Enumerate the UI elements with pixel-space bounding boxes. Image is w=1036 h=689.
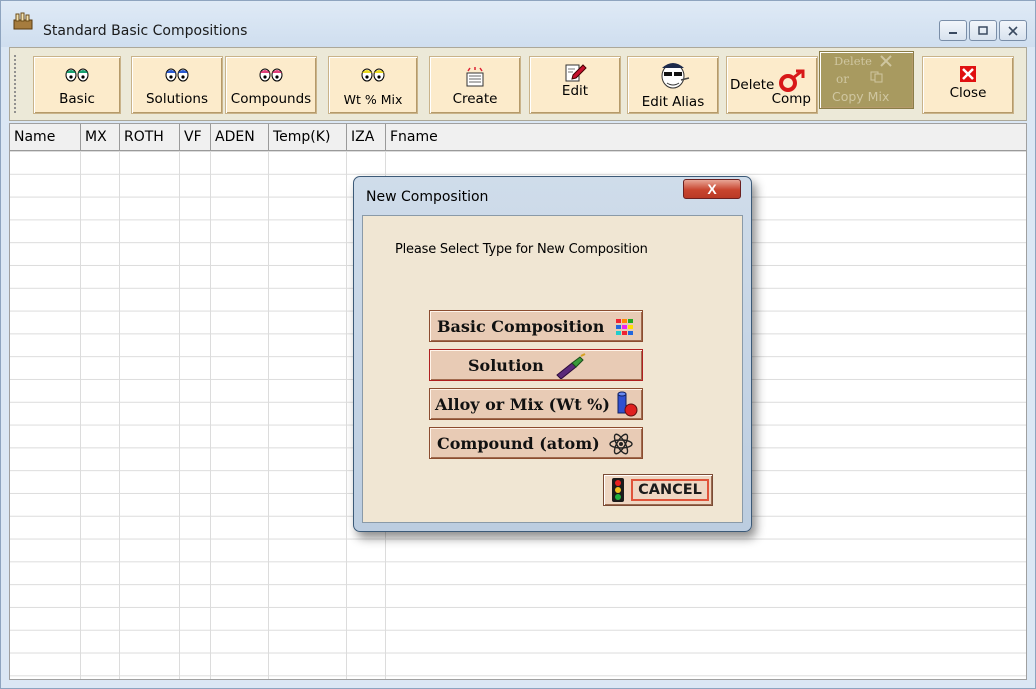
create-doc-icon	[466, 67, 484, 87]
dialog-prompt: Please Select Type for New Composition	[395, 242, 648, 257]
close-window-button[interactable]	[999, 20, 1027, 41]
grid-column-divider	[80, 151, 81, 679]
delete-comp-button[interactable]: Delete Comp	[726, 56, 818, 114]
column-header-roth[interactable]: ROTH	[120, 124, 180, 151]
alias-face-icon	[661, 63, 690, 89]
cancel-button[interactable]: CANCEL	[603, 474, 713, 506]
grid-column-divider	[179, 151, 180, 679]
grid-column-divider	[210, 151, 211, 679]
wt-mix-button[interactable]: Wt % Mix	[328, 56, 418, 114]
window-title: Standard Basic Compositions	[43, 23, 248, 39]
traffic-light-icon	[612, 478, 624, 502]
delete-copy-line3: Copy Mix	[832, 89, 890, 104]
column-header-temp[interactable]: Temp(K)	[269, 124, 347, 151]
toolbar-grip[interactable]	[13, 54, 17, 114]
column-header-aden[interactable]: ADEN	[211, 124, 269, 151]
edit-pencil-icon	[565, 64, 587, 82]
edit-alias-button[interactable]: Edit Alias	[627, 56, 719, 114]
dialog-close-button[interactable]: X	[683, 179, 741, 199]
edit-alias-label: Edit Alias	[641, 94, 705, 110]
compound-button[interactable]: Compound (atom)	[429, 427, 643, 459]
grid-column-divider	[346, 151, 347, 679]
column-header-iza[interactable]: IZA	[347, 124, 386, 151]
color-grid-icon	[616, 319, 633, 335]
atom-icon	[609, 433, 633, 455]
edit-label: Edit	[561, 83, 589, 99]
caption-buttons	[937, 20, 1027, 42]
cancel-label: CANCEL	[631, 479, 709, 501]
alloy-mix-label: Alloy or Mix (Wt %)	[435, 395, 610, 414]
toolbar: Basic Solutions Compounds Wt % Mix Creat…	[9, 47, 1027, 121]
close-label: Close	[949, 85, 987, 101]
basic-button[interactable]: Basic	[33, 56, 121, 114]
column-header-mx[interactable]: MX	[81, 124, 120, 151]
column-header-vf[interactable]: VF	[180, 124, 211, 151]
delete-copy-mix-button[interactable]: Delete or Copy Mix	[819, 51, 914, 109]
solutions-button[interactable]: Solutions	[131, 56, 223, 114]
solution-button[interactable]: Solution	[429, 349, 643, 381]
wt-mix-label: Wt % Mix	[343, 92, 403, 107]
compounds-label: Compounds	[230, 91, 312, 107]
grid-header: Name MX ROTH VF ADEN Temp(K) IZA Fname	[10, 124, 1026, 151]
column-header-name[interactable]: Name	[10, 124, 81, 151]
eyes-yellow-icon	[361, 68, 385, 82]
bottle-icon	[556, 353, 586, 379]
compounds-button[interactable]: Compounds	[225, 56, 317, 114]
create-label: Create	[452, 91, 498, 107]
eyes-pink-icon	[259, 68, 283, 82]
cylinders-icon	[617, 391, 638, 417]
copy-icon	[870, 71, 883, 83]
maximize-icon	[978, 26, 988, 35]
create-button[interactable]: Create	[429, 56, 521, 114]
minimize-button[interactable]	[939, 20, 967, 41]
delete-copy-line2: or	[836, 72, 849, 86]
solution-label: Solution	[468, 356, 544, 375]
app-icon	[13, 12, 33, 30]
alloy-mix-button[interactable]: Alloy or Mix (Wt %)	[429, 388, 643, 420]
grid-column-divider	[268, 151, 269, 679]
column-header-fname[interactable]: Fname	[386, 124, 442, 151]
minimize-icon	[949, 31, 957, 34]
close-icon	[1008, 25, 1018, 36]
dialog-content: Please Select Type for New Composition B…	[362, 215, 743, 523]
dialog-close-icon: X	[707, 181, 717, 197]
delete-comp-line2: Comp	[771, 91, 811, 107]
solutions-label: Solutions	[145, 91, 209, 107]
basic-composition-label: Basic Composition	[437, 317, 605, 336]
close-button[interactable]: Close	[922, 56, 1014, 114]
delete-copy-line1: Delete	[834, 54, 872, 68]
close-x-icon	[960, 66, 976, 82]
delete-x-icon	[880, 55, 892, 67]
eyes-blue-icon	[165, 68, 189, 82]
basic-composition-button[interactable]: Basic Composition	[429, 310, 643, 342]
eyes-green-icon	[65, 68, 89, 82]
delete-comp-line1: Delete	[730, 77, 775, 93]
grid-column-divider	[119, 151, 120, 679]
basic-label: Basic	[59, 91, 95, 107]
maximize-button[interactable]	[969, 20, 997, 41]
compound-label: Compound (atom)	[437, 434, 600, 453]
dialog-title: New Composition	[366, 189, 489, 205]
edit-button[interactable]: Edit	[529, 56, 621, 114]
title-bar: Standard Basic Compositions	[1, 1, 1035, 47]
new-composition-dialog: New Composition X Please Select Type for…	[353, 176, 752, 532]
